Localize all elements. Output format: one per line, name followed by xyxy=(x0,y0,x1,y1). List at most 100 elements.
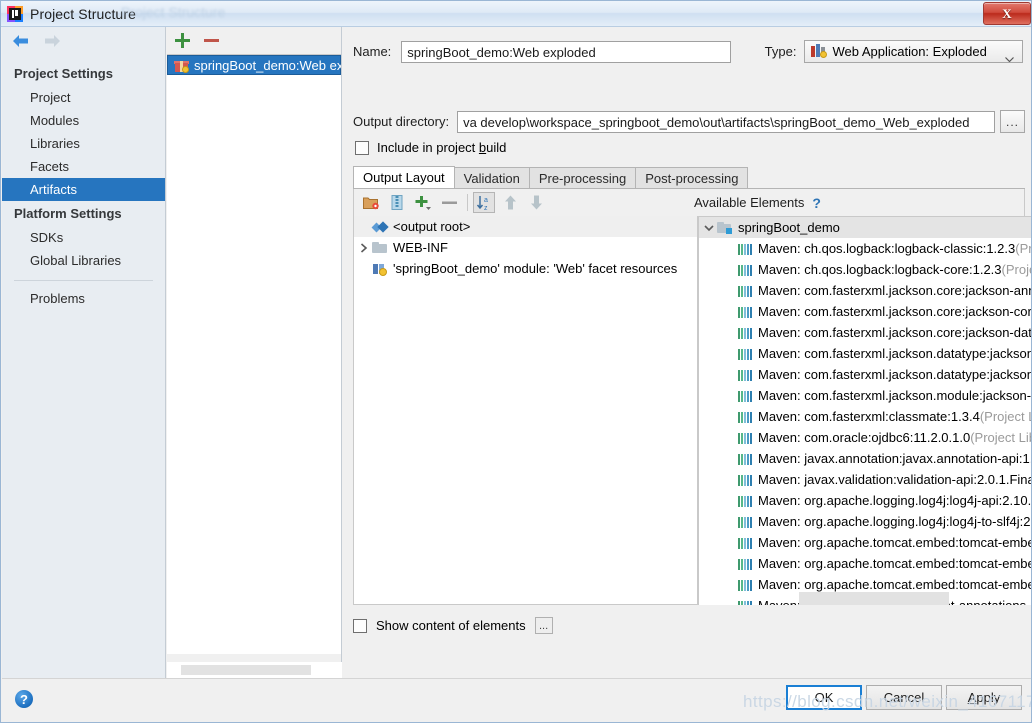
tab-validation[interactable]: Validation xyxy=(453,167,530,188)
list-item[interactable]: Maven: com.fasterxml.jackson.core:jackso… xyxy=(699,301,1032,322)
tree-row[interactable]: WEB-INF xyxy=(354,237,697,258)
element-label: Maven: com.fasterxml.jackson.datatype:ja… xyxy=(758,367,1032,382)
list-item[interactable]: Maven: javax.validation:validation-api:2… xyxy=(699,469,1032,490)
list-item[interactable]: Maven: org.apache.tomcat.embed:tomcat-em… xyxy=(699,532,1031,553)
tree-row[interactable]: 'springBoot_demo' module: 'Web' facet re… xyxy=(354,258,697,279)
library-icon xyxy=(737,472,753,488)
dialog-footer: ? OK Cancel Apply xyxy=(2,678,1031,722)
forward-arrow-icon[interactable] xyxy=(42,32,62,50)
sidebar-item-global-libraries[interactable]: Global Libraries xyxy=(2,249,165,272)
type-label: Type: xyxy=(764,44,797,59)
move-up-icon[interactable] xyxy=(499,192,521,213)
list-item[interactable]: Maven: com.fasterxml.jackson.core:jackso… xyxy=(699,280,1031,301)
element-label: Maven: com.fasterxml.jackson.core:jackso… xyxy=(758,304,1032,319)
back-arrow-icon[interactable] xyxy=(10,32,30,50)
include-in-build-row[interactable]: Include in project build xyxy=(355,140,506,155)
add-copy-icon[interactable] xyxy=(412,192,434,213)
minus-icon[interactable] xyxy=(204,39,219,42)
sidebar-item-artifacts[interactable]: Artifacts xyxy=(2,178,165,201)
output-directory-row: Output directory: va develop\workspace_s… xyxy=(353,110,1025,133)
list-item[interactable]: Maven: ch.qos.logback:logback-core:1.2.3… xyxy=(699,259,1031,280)
element-label: Maven: com.fasterxml.jackson.datatype:ja… xyxy=(758,346,1032,361)
tree-row[interactable]: springBoot_demo xyxy=(699,217,1031,238)
name-input[interactable]: springBoot_demo:Web exploded xyxy=(401,40,731,63)
element-suffix: (Proje xyxy=(1001,262,1031,277)
library-icon xyxy=(737,535,753,551)
element-suffix: (Project Lib xyxy=(979,409,1031,424)
scrollbar-thumb[interactable] xyxy=(181,665,311,675)
list-item[interactable]: springBoot_demo:Web exploded xyxy=(167,55,341,75)
output-layout-tree[interactable]: <output root> WEB-INF 'springBoot_demo' … xyxy=(353,216,698,605)
artifact-config-panel: Name: springBoot_demo:Web exploded Type:… xyxy=(343,27,1032,678)
list-item[interactable]: Maven: com.fasterxml.jackson.datatype:ja… xyxy=(699,364,1032,385)
sidebar-item-problems[interactable]: Problems xyxy=(2,287,165,310)
remove-icon[interactable] xyxy=(438,192,460,213)
browse-button[interactable]: ... xyxy=(1000,110,1025,133)
library-icon xyxy=(737,283,753,299)
move-down-icon[interactable] xyxy=(525,192,547,213)
chevron-right-icon[interactable] xyxy=(356,240,372,256)
apply-button[interactable]: Apply xyxy=(946,685,1022,710)
tab-pre-processing[interactable]: Pre-processing xyxy=(528,167,637,188)
help-hint-icon[interactable]: ? xyxy=(812,195,821,211)
chevron-down-icon[interactable] xyxy=(701,220,717,236)
dialog-body: Project Settings Project Modules Librari… xyxy=(1,27,1032,678)
sidebar-item-sdks[interactable]: SDKs xyxy=(2,226,165,249)
list-item[interactable]: Maven: com.oracle:ojdbc6:11.2.0.1.0 (Pro… xyxy=(699,427,1031,448)
show-content-row[interactable]: Show content of elements ... xyxy=(353,617,553,634)
list-item[interactable]: Maven: com.fasterxml:classmate:1.3.4 (Pr… xyxy=(699,406,1031,427)
cancel-button[interactable]: Cancel xyxy=(866,685,942,710)
artifact-name: springBoot_demo:Web exploded xyxy=(194,57,341,73)
sidebar-item-facets[interactable]: Facets xyxy=(2,155,165,178)
sidebar-group-platform-settings: Platform Settings xyxy=(14,206,122,221)
list-item[interactable]: Maven: com.fasterxml.jackson.module:jack… xyxy=(699,385,1031,406)
artifacts-list[interactable]: springBoot_demo:Web exploded xyxy=(167,54,341,654)
close-icon[interactable]: X xyxy=(983,2,1031,25)
window-title: Project Structure xyxy=(30,5,136,22)
list-item[interactable]: Maven: ch.qos.logback:logback-classic:1.… xyxy=(699,238,1031,259)
list-item[interactable]: Maven: javax.annotation:javax.annotation… xyxy=(699,448,1032,469)
list-item[interactable]: Maven: org.apache.logging.log4j:log4j-ap… xyxy=(699,490,1032,511)
sidebar-item-libraries[interactable]: Libraries xyxy=(2,132,165,155)
dialog-buttons: OK Cancel Apply xyxy=(786,685,1022,710)
list-item[interactable]: Maven: org.apache.logging.log4j:log4j-to… xyxy=(699,511,1031,532)
element-suffix: (Pro xyxy=(1015,241,1031,256)
tree-row[interactable]: <output root> xyxy=(354,216,697,237)
list-item[interactable]: Maven: com.fasterxml.jackson.datatype:ja… xyxy=(699,343,1032,364)
available-elements-header: Available Elements ? xyxy=(694,189,827,216)
add-archive-icon[interactable] xyxy=(386,192,408,213)
list-item[interactable]: Maven: com.fasterxml.jackson.core:jackso… xyxy=(699,322,1031,343)
element-label: Maven: javax.validation:validation-api:2… xyxy=(758,472,1032,487)
tab-post-processing[interactable]: Post-processing xyxy=(635,167,749,188)
show-content-label: Show content of elements xyxy=(376,618,526,633)
artifacts-horizontal-scrollbar[interactable] xyxy=(167,662,342,678)
help-icon[interactable]: ? xyxy=(15,690,33,708)
web-application-icon xyxy=(811,44,828,59)
element-label: Maven: org.apache.logging.log4j:log4j-ap… xyxy=(758,493,1032,508)
output-directory-label: Output directory: xyxy=(353,114,450,129)
ok-button[interactable]: OK xyxy=(786,685,862,710)
artifact-type-dropdown[interactable]: Web Application: Exploded xyxy=(804,40,1023,63)
sidebar-group-project-settings: Project Settings xyxy=(14,66,113,81)
library-icon xyxy=(737,304,753,320)
show-content-checkbox[interactable] xyxy=(353,618,367,633)
available-elements-list[interactable]: springBoot_demo Maven: ch.qos.logback:lo… xyxy=(698,216,1032,605)
tree-row-label: <output root> xyxy=(393,219,471,234)
sort-alphabetically-icon[interactable]: a z xyxy=(473,192,495,213)
output-directory-input[interactable]: va develop\workspace_springboot_demo\out… xyxy=(457,110,995,133)
list-item[interactable]: Maven: org.apache.tomcat.embed:tomcat-em… xyxy=(699,553,1031,574)
include-in-build-checkbox[interactable] xyxy=(355,140,369,155)
available-horizontal-scrollbar[interactable] xyxy=(799,592,949,605)
library-icon xyxy=(737,367,753,383)
show-content-more-button[interactable]: ... xyxy=(534,617,553,634)
output-layout-toolbar: a z Available Elements ? xyxy=(353,189,1025,216)
settings-sidebar: Project Settings Project Modules Librari… xyxy=(2,27,166,678)
sidebar-item-project[interactable]: Project xyxy=(2,86,165,109)
plus-icon[interactable] xyxy=(175,33,190,48)
sidebar-item-modules[interactable]: Modules xyxy=(2,109,165,132)
tab-output-layout[interactable]: Output Layout xyxy=(353,166,455,188)
tree-row-label: WEB-INF xyxy=(393,240,448,255)
element-label: Maven: javax.annotation:javax.annotation… xyxy=(758,451,1032,466)
add-directory-icon[interactable] xyxy=(360,192,382,213)
